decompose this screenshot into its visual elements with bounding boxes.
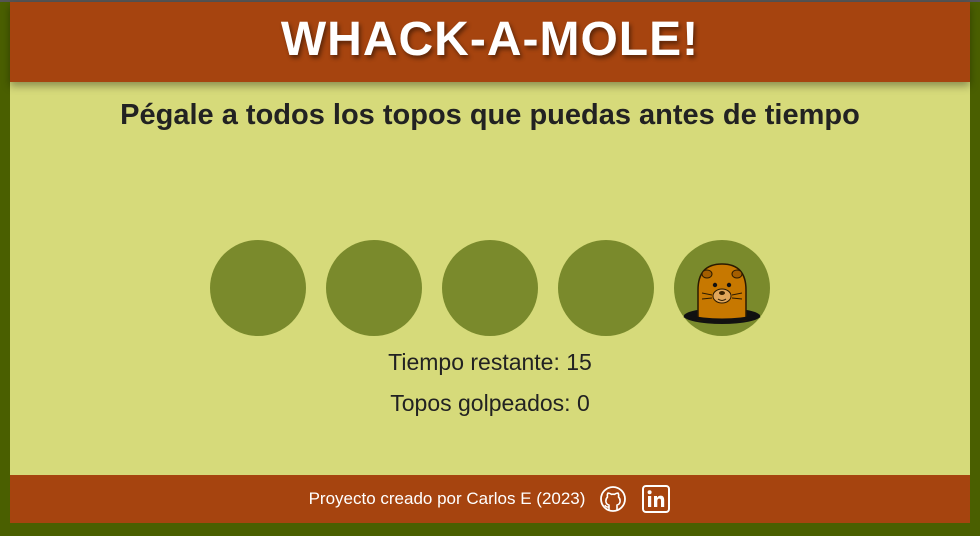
page-title: WHACK-A-MOLE! bbox=[280, 12, 700, 66]
header-bar: WHACK-A-MOLE! bbox=[10, 2, 970, 82]
github-link[interactable] bbox=[599, 485, 627, 513]
hole-5[interactable] bbox=[674, 240, 770, 336]
linkedin-link[interactable] bbox=[641, 484, 671, 514]
mole-board bbox=[210, 240, 770, 336]
moles-hit: Topos golpeados: 0 bbox=[390, 390, 590, 416]
footer-bar: Proyecto creado por Carlos E (2023) bbox=[10, 475, 970, 523]
hole-3[interactable] bbox=[442, 240, 538, 336]
github-icon bbox=[600, 486, 627, 512]
game-page: WHACK-A-MOLE! Pégale a todos los topos q… bbox=[10, 2, 970, 523]
footer-credit: Proyecto creado por Carlos E (2023) bbox=[308, 489, 586, 508]
hole-1[interactable] bbox=[210, 240, 306, 336]
hole-2[interactable] bbox=[326, 240, 422, 336]
hole-4[interactable] bbox=[558, 240, 654, 336]
linkedin-icon bbox=[642, 485, 671, 513]
time-remaining: Tiempo restante: 15 bbox=[388, 349, 592, 375]
mole-icon[interactable] bbox=[682, 254, 762, 324]
instructions-text: Pégale a todos los topos que puedas ante… bbox=[120, 99, 860, 131]
